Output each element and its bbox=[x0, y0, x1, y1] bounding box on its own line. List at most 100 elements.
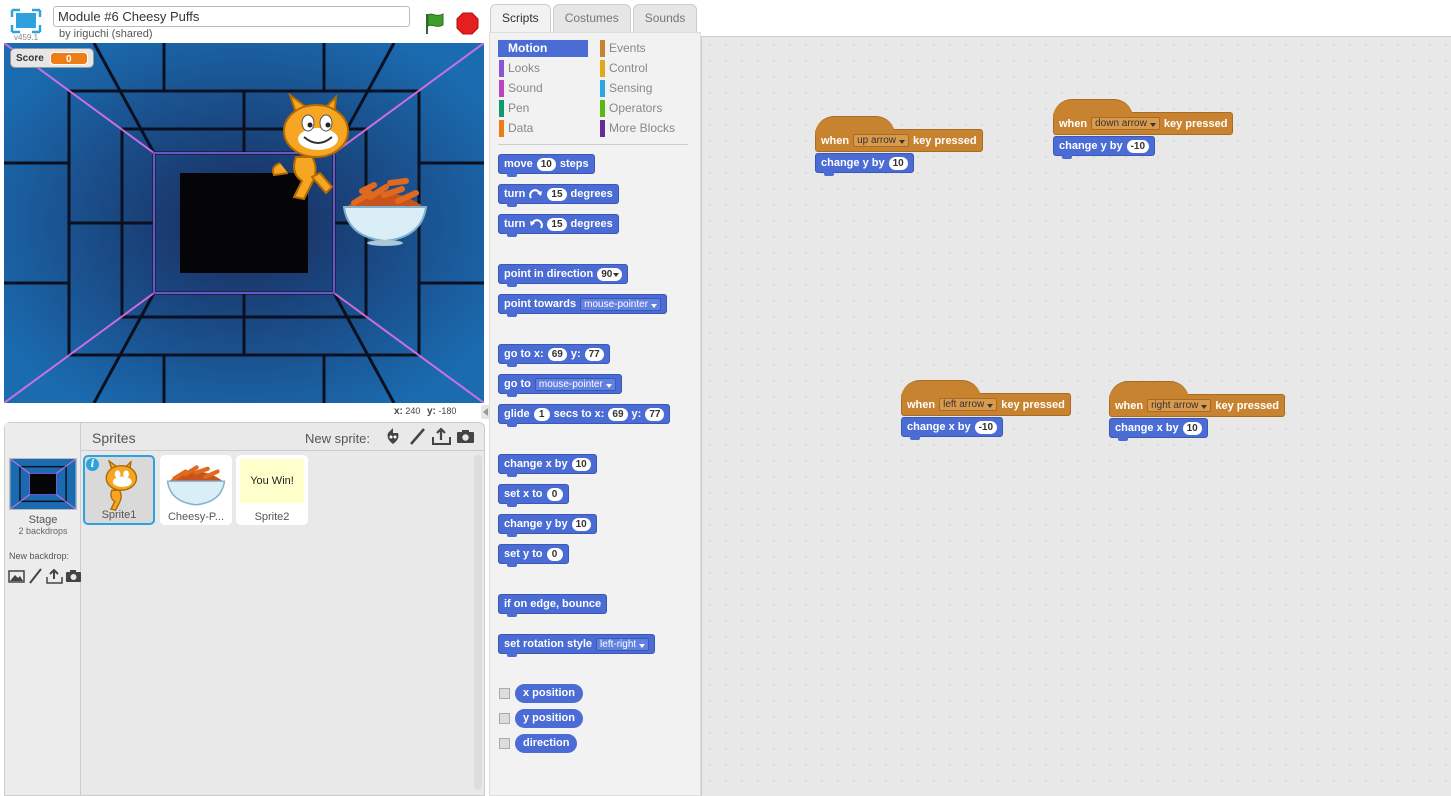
block-change-y[interactable]: change y by 10 bbox=[498, 514, 597, 537]
block-change-y-up[interactable]: change y by 10 bbox=[815, 153, 914, 176]
paint-sprite-icon[interactable] bbox=[408, 427, 427, 446]
checkbox-direction[interactable] bbox=[499, 738, 510, 749]
block-input[interactable]: 10 bbox=[571, 457, 591, 471]
stage-selector[interactable]: Stage 2 backdrops New backdrop: bbox=[5, 423, 81, 795]
block-point-in-direction[interactable]: point in direction 90 bbox=[498, 264, 629, 287]
rotate-counterclockwise-icon bbox=[530, 219, 544, 229]
category-more-blocks[interactable]: More Blocks bbox=[599, 120, 689, 137]
block-input[interactable]: 69 bbox=[608, 407, 628, 421]
mouse-x-label: x: bbox=[394, 406, 403, 417]
block-text: key pressed bbox=[913, 134, 977, 147]
category-pen[interactable]: Pen bbox=[498, 100, 588, 117]
tab-sounds[interactable]: Sounds bbox=[632, 4, 698, 32]
block-set-x[interactable]: set x to 0 bbox=[498, 484, 569, 507]
key-dropdown[interactable]: right arrow bbox=[1147, 399, 1212, 412]
block-go-to[interactable]: go to mouse-pointer bbox=[498, 374, 622, 397]
cheesy-puffs-bowl[interactable] bbox=[340, 175, 430, 247]
score-monitor[interactable]: Score 0 bbox=[10, 48, 94, 68]
block-input[interactable]: 10 bbox=[1182, 421, 1202, 435]
sprite-info-icon[interactable]: i bbox=[86, 458, 99, 471]
block-set-y[interactable]: set y to 0 bbox=[498, 544, 569, 567]
block-dropdown[interactable]: mouse-pointer bbox=[534, 377, 616, 391]
reporter-direction[interactable]: direction bbox=[515, 734, 578, 753]
block-dropdown[interactable]: left-right bbox=[596, 637, 650, 651]
block-point-towards[interactable]: point towards mouse-pointer bbox=[498, 294, 668, 317]
block-text: change x by bbox=[504, 458, 568, 470]
block-bounce[interactable]: if on edge, bounce bbox=[498, 594, 608, 617]
paint-backdrop-icon[interactable] bbox=[27, 568, 44, 584]
checkbox-y-position[interactable] bbox=[499, 713, 510, 724]
block-turn-left[interactable]: turn 15 degrees bbox=[498, 214, 619, 237]
block-input[interactable]: 15 bbox=[547, 217, 567, 231]
sprite-list-scrollbar[interactable] bbox=[474, 455, 482, 790]
block-turn-right[interactable]: turn 15 degrees bbox=[498, 184, 619, 207]
block-palette: Motion Events Looks Control Sound Sensin… bbox=[489, 32, 701, 796]
category-looks[interactable]: Looks bbox=[498, 60, 588, 77]
block-change-x-right[interactable]: change x by 10 bbox=[1109, 418, 1208, 441]
new-sprite-label: New sprite: bbox=[305, 431, 371, 446]
block-go-to-xy[interactable]: go to x: 69 y: 77 bbox=[498, 344, 610, 367]
category-control[interactable]: Control bbox=[599, 60, 689, 77]
hat-block-up-arrow[interactable]: when up arrow key pressed bbox=[815, 116, 983, 152]
sprite-library-icon[interactable] bbox=[384, 427, 403, 446]
editor-tabs: Scripts Costumes Sounds bbox=[490, 4, 698, 34]
block-move-steps[interactable]: move 10 steps bbox=[498, 154, 595, 177]
sprite-tile-cheesy-puffs[interactable]: Cheesy-P... bbox=[160, 455, 232, 525]
sprite-tile-sprite2[interactable]: You Win! Sprite2 bbox=[236, 455, 308, 525]
block-dropdown-input[interactable]: 90 bbox=[597, 267, 623, 281]
block-input[interactable]: 77 bbox=[584, 347, 604, 361]
camera-sprite-icon[interactable] bbox=[456, 427, 475, 446]
reporter-x-position[interactable]: x position bbox=[515, 684, 583, 703]
hat-block-left-arrow[interactable]: when left arrow key pressed bbox=[901, 380, 1071, 416]
block-rotation-style[interactable]: set rotation style left-right bbox=[498, 634, 656, 657]
sprite-tile-name: Cheesy-P... bbox=[167, 511, 225, 523]
checkbox-x-position[interactable] bbox=[499, 688, 510, 699]
block-input[interactable]: 77 bbox=[645, 407, 665, 421]
block-input[interactable]: -10 bbox=[974, 420, 998, 434]
block-input[interactable]: 1 bbox=[533, 407, 550, 421]
block-change-x[interactable]: change x by 10 bbox=[498, 454, 597, 477]
key-dropdown[interactable]: down arrow bbox=[1091, 117, 1160, 130]
camera-backdrop-icon[interactable] bbox=[65, 568, 82, 584]
stage-thumbnail[interactable] bbox=[9, 458, 77, 510]
backdrop-library-icon[interactable] bbox=[8, 568, 25, 584]
mouse-y-label: y: bbox=[426, 406, 436, 417]
block-input[interactable]: 0 bbox=[546, 487, 563, 501]
green-flag-icon[interactable] bbox=[423, 11, 447, 35]
block-dropdown[interactable]: mouse-pointer bbox=[580, 297, 662, 311]
category-sound[interactable]: Sound bbox=[498, 80, 588, 97]
block-input[interactable]: 10 bbox=[536, 157, 556, 171]
upload-sprite-icon[interactable] bbox=[432, 427, 451, 446]
tab-costumes[interactable]: Costumes bbox=[552, 4, 631, 32]
block-input[interactable]: 10 bbox=[888, 156, 908, 170]
sprite-tile-sprite1[interactable]: i Sprite1 bbox=[83, 455, 155, 525]
upload-backdrop-icon[interactable] bbox=[46, 568, 63, 584]
reporter-y-position[interactable]: y position bbox=[515, 709, 583, 728]
key-dropdown[interactable]: up arrow bbox=[853, 134, 910, 147]
block-input[interactable]: 69 bbox=[547, 347, 567, 361]
block-input[interactable]: 15 bbox=[547, 187, 567, 201]
key-dropdown[interactable]: left arrow bbox=[939, 398, 998, 411]
category-motion[interactable]: Motion bbox=[498, 40, 588, 57]
block-input[interactable]: 10 bbox=[571, 517, 591, 531]
stop-sign-icon[interactable] bbox=[456, 12, 479, 35]
hat-block-down-arrow[interactable]: when down arrow key pressed bbox=[1053, 99, 1234, 135]
block-input[interactable]: 0 bbox=[546, 547, 563, 561]
block-text: change x by bbox=[907, 421, 971, 433]
stage-label: Stage bbox=[28, 514, 58, 526]
fullscreen-toggle-icon[interactable] bbox=[10, 8, 42, 36]
tab-scripts[interactable]: Scripts bbox=[490, 4, 551, 34]
block-change-y-down[interactable]: change y by -10 bbox=[1053, 136, 1156, 159]
category-sensing[interactable]: Sensing bbox=[599, 80, 689, 97]
scripts-area[interactable]: when up arrow key pressed change y by 10 wh… bbox=[701, 36, 1451, 796]
category-events[interactable]: Events bbox=[599, 40, 689, 57]
project-title-input[interactable] bbox=[53, 6, 410, 27]
stage[interactable]: Score 0 bbox=[4, 43, 484, 403]
hat-block-right-arrow[interactable]: when right arrow key pressed bbox=[1109, 381, 1285, 417]
block-glide[interactable]: glide 1 secs to x: 69 y: 77 bbox=[498, 404, 671, 427]
category-data[interactable]: Data bbox=[498, 120, 588, 137]
block-text: when bbox=[1059, 117, 1088, 130]
block-change-x-left[interactable]: change x by -10 bbox=[901, 417, 1004, 440]
block-input[interactable]: -10 bbox=[1126, 139, 1150, 153]
category-operators[interactable]: Operators bbox=[599, 100, 689, 117]
